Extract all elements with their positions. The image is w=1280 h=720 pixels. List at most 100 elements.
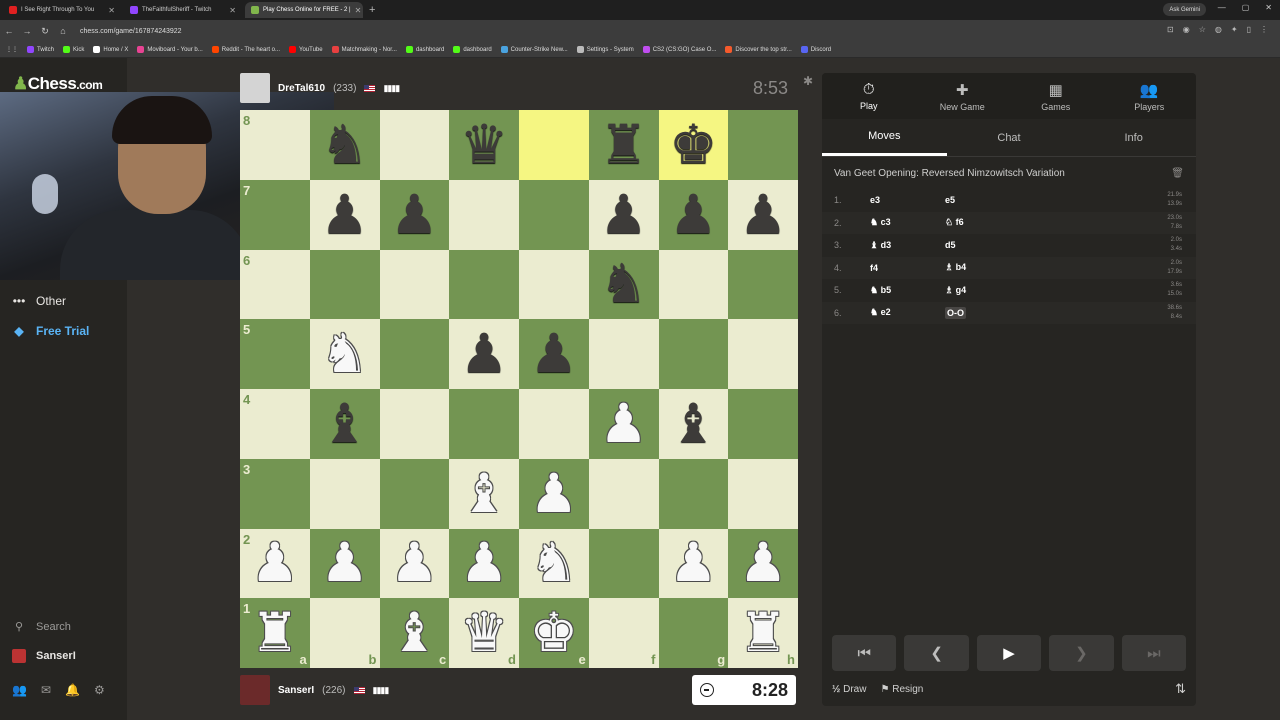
square-g2[interactable]: ♟ [658,528,729,599]
square-b6[interactable] [309,249,380,320]
square-b1[interactable]: b [309,598,380,668]
close-tab-icon[interactable]: ✕ [355,6,362,15]
square-d7[interactable] [449,179,519,250]
bookmark-item[interactable]: Discord [800,46,831,53]
bookmark-item[interactable]: Home / X [93,46,128,53]
black-move[interactable]: ♗ g4 [945,285,1020,296]
sidebar-search[interactable]: ⚲ Search [12,620,71,634]
square-e1[interactable]: e ♚ [519,598,589,668]
square-f4[interactable]: ♟ [588,389,659,459]
square-f2[interactable] [588,528,659,599]
black-pawn-icon[interactable]: ♟ [669,187,717,242]
square-g7[interactable]: ♟ [658,179,729,250]
bookmark-item[interactable]: CS2 (CS:GO) Case O... [642,46,716,53]
square-e3[interactable]: ♟ [519,458,589,529]
settings-icon[interactable]: ⚙ [94,683,105,697]
subtab-info[interactable]: Info [1071,119,1196,156]
draw-button[interactable]: ½ Draw [832,684,866,695]
square-a3[interactable]: 3 [240,458,310,529]
sidebar-profile[interactable]: SanserI [12,649,76,663]
white-move[interactable]: ♞ c3 [870,217,945,228]
square-b2[interactable]: ♟ [309,528,380,599]
square-b8[interactable]: ♞ [309,110,380,180]
close-icon[interactable]: ✕ [1265,3,1272,12]
url-field[interactable]: chess.com/game/167874243922 [80,28,182,35]
next-move-button[interactable]: ❯ [1049,635,1114,671]
bookmark-item[interactable]: Reddit - The heart o... [211,46,280,53]
square-h5[interactable] [728,319,798,389]
square-f3[interactable] [588,458,659,529]
square-a7[interactable]: 7 [240,179,310,250]
white-move[interactable]: f4 [870,263,945,273]
ask-gemini-button[interactable]: Ask Gemini [1163,3,1206,16]
white-knight-icon[interactable]: ♞ [320,327,368,381]
square-c2[interactable]: ♟ [379,528,450,599]
black-pawn-icon[interactable]: ♟ [460,327,508,381]
chess-com-logo[interactable]: ♟Chess.com [13,74,103,94]
notifications-icon[interactable]: 🔔 [65,683,80,697]
black-move[interactable]: e5 [945,195,1020,205]
back-icon[interactable]: ← [0,26,18,36]
square-h6[interactable] [728,249,798,320]
square-f6[interactable]: ♞ [588,249,659,320]
black-move[interactable]: d5 [945,240,1020,250]
tab-games[interactable]: ▦ Games [1009,73,1103,119]
messages-icon[interactable]: ✉ [41,683,51,697]
black-pawn-icon[interactable]: ♟ [599,187,647,242]
square-a1[interactable]: 1 a ♜ [240,598,310,668]
browser-tab[interactable]: I See Right Through To You ✕ [3,2,121,18]
bookmark-item[interactable]: Discover the top str... [725,46,792,53]
square-c7[interactable]: ♟ [379,179,450,250]
bookmark-item[interactable]: dashboard [453,46,492,53]
square-f8[interactable]: ♜ [588,110,659,180]
new-tab-button[interactable]: + [369,4,375,16]
square-g5[interactable] [658,319,729,389]
tab-new-game[interactable]: ✚ New Game [916,73,1010,119]
white-pawn-icon[interactable]: ♟ [739,536,787,590]
home-icon[interactable]: ⌂ [54,26,72,36]
square-c5[interactable] [379,319,450,389]
browser-tab[interactable]: TheFaithfulSheriff - Twitch ✕ [124,2,242,18]
square-h4[interactable] [728,389,798,459]
black-pawn-icon[interactable]: ♟ [390,187,438,242]
subtab-moves[interactable]: Moves [822,119,947,156]
black-move[interactable]: ♗ b4 [945,262,1020,273]
bookmark-item[interactable]: YouTube [289,46,323,53]
white-move[interactable]: e3 [870,195,945,205]
black-pawn-icon[interactable]: ♟ [739,187,787,242]
play-button[interactable]: ▶ [976,635,1042,671]
square-e8[interactable] [519,110,589,180]
white-pawn-icon[interactable]: ♟ [530,466,578,521]
white-bishop-icon[interactable]: ♝ [460,466,508,521]
square-a5[interactable]: 5 [240,319,310,389]
white-bishop-icon[interactable]: ♝ [390,606,438,660]
black-knight-icon[interactable]: ♞ [599,257,647,311]
square-g3[interactable] [658,458,729,529]
white-king-icon[interactable]: ♚ [530,606,578,660]
extensions-icon[interactable]: ✦ [1231,25,1238,34]
player-avatar[interactable] [240,675,270,705]
apps-icon[interactable]: ⋮⋮ [6,46,18,53]
last-move-button[interactable]: ⏭ [1121,635,1187,671]
square-g1[interactable]: g [658,598,729,668]
sidebar-item-other[interactable]: ••• Other [12,294,66,308]
star-icon[interactable]: ☆ [1199,25,1206,34]
bookmark-item[interactable]: dashboard [405,46,444,53]
extension-icon[interactable]: ◍ [1215,25,1222,34]
black-move[interactable]: ♘ f6 [945,217,1020,228]
sidebar-item-free-trial[interactable]: ◆ Free Trial [12,324,89,338]
tab-players[interactable]: 👥 Players [1103,73,1197,119]
square-d8[interactable]: ♛ [449,110,519,180]
eye-icon[interactable]: ◉ [1183,25,1190,34]
square-f1[interactable]: f [588,598,659,668]
square-d5[interactable]: ♟ [449,319,519,389]
install-icon[interactable]: ⊡ [1167,25,1174,34]
square-h2[interactable]: ♟ [728,528,798,599]
white-rook-icon[interactable]: ♜ [739,606,787,660]
previous-move-button[interactable]: ❮ [904,635,969,671]
square-c4[interactable] [379,389,450,459]
black-bishop-icon[interactable]: ♝ [669,396,717,451]
square-c3[interactable] [379,458,450,529]
square-d2[interactable]: ♟ [449,528,519,599]
white-queen-icon[interactable]: ♛ [460,606,508,660]
